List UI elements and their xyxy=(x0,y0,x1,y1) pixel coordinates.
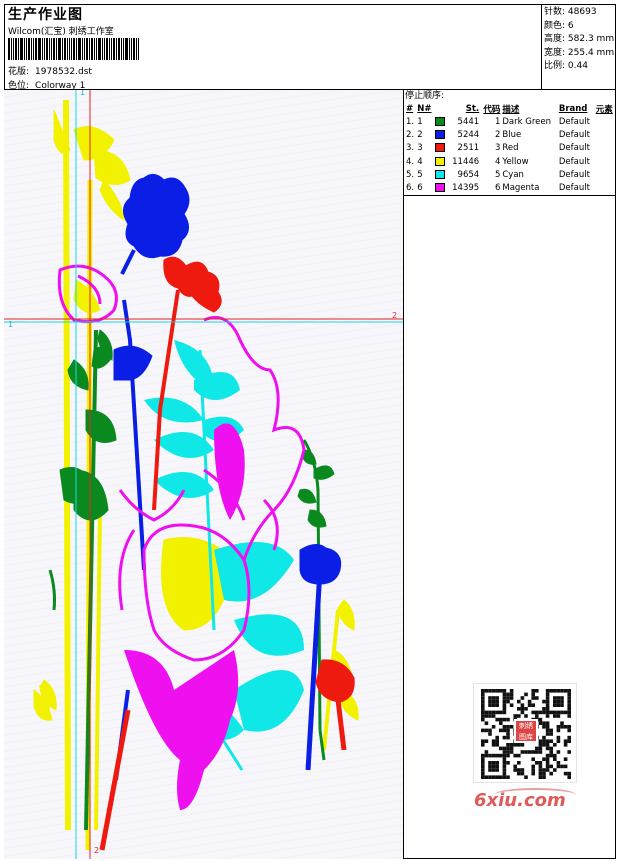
header: 生产作业图 Wilcom(汇宝) 刺绣工作室 花版: 1978532.dst 色位… xyxy=(4,4,542,91)
qr-seal-logo: 刺绣图库 xyxy=(514,719,538,743)
color-swatch xyxy=(435,116,446,126)
col-description: 描述 xyxy=(502,104,520,115)
page-title: 生产作业图 xyxy=(8,7,83,23)
watermark-logo: 6xiu.com xyxy=(474,790,566,811)
embroidery-canvas[interactable]: 1 1 2 2 xyxy=(4,90,404,859)
barcode xyxy=(8,38,144,60)
design-file-label: 花版: xyxy=(8,67,30,77)
color-swatch xyxy=(435,169,446,179)
table-row: 5. 5 9654 5 Cyan Default xyxy=(406,169,590,180)
design-file-row: 花版: 1978532.dst xyxy=(8,64,92,77)
col-element: 元素 xyxy=(595,104,613,115)
guide-label-v1: 1 xyxy=(80,90,86,97)
table-row: 4. 4 11446 4 Yellow Default xyxy=(406,156,590,167)
color-swatch xyxy=(435,129,446,139)
stat-height: 高度: 582.3 mm xyxy=(544,34,615,44)
color-swatch xyxy=(435,143,446,153)
color-swatch xyxy=(435,156,446,166)
stat-width: 宽度: 255.4 mm xyxy=(544,47,615,58)
stat-stitches: 针数: 48693 xyxy=(544,7,597,17)
stop-sequence-table: # N# St. 代码 描述 Brand 元素 1. 1 5441 1 Dark Gre… xyxy=(405,102,616,195)
table-row: 6. 6 14395 6 Magenta Default xyxy=(406,183,590,194)
col-code: 代码 xyxy=(483,104,501,115)
guide-label-h2: 2 xyxy=(392,311,398,320)
stat-colors: 颜色: 6 xyxy=(544,20,574,31)
table-row: 3. 3 2511 3 Red Default xyxy=(406,143,590,154)
embroidery-design xyxy=(4,90,403,859)
col-stitches: St. xyxy=(465,103,480,114)
col-needle: N# xyxy=(417,103,432,114)
table-row: 2. 2 5244 2 Blue Default xyxy=(406,129,590,140)
stat-ratio: 比例: 0.44 xyxy=(544,61,588,71)
stop-sequence-panel: 停止顺序: # N# St. 代码 描述 Brand 元素 1. 1 5441 1 Da… xyxy=(404,90,616,196)
col-brand: Brand xyxy=(558,103,588,114)
design-file-value: 1978532.dst xyxy=(35,67,92,77)
col-index: # xyxy=(406,103,414,114)
design-stats: 针数: 48693 颜色: 6 高度: 582.3 mm 宽度: 255.4 m… xyxy=(542,4,616,90)
guide-label-h1: 1 xyxy=(8,320,14,329)
table-row: 1. 1 5441 1 Dark Green Default xyxy=(406,116,590,127)
col-swatch xyxy=(434,102,447,115)
color-swatch xyxy=(435,183,446,193)
table-header-row: # N# St. 代码 描述 Brand 元素 xyxy=(405,102,616,115)
guide-label-v2: 2 xyxy=(94,846,100,855)
studio-name: Wilcom(汇宝) 刺绣工作室 xyxy=(8,27,114,37)
stop-sequence-title: 停止顺序: xyxy=(405,91,445,101)
